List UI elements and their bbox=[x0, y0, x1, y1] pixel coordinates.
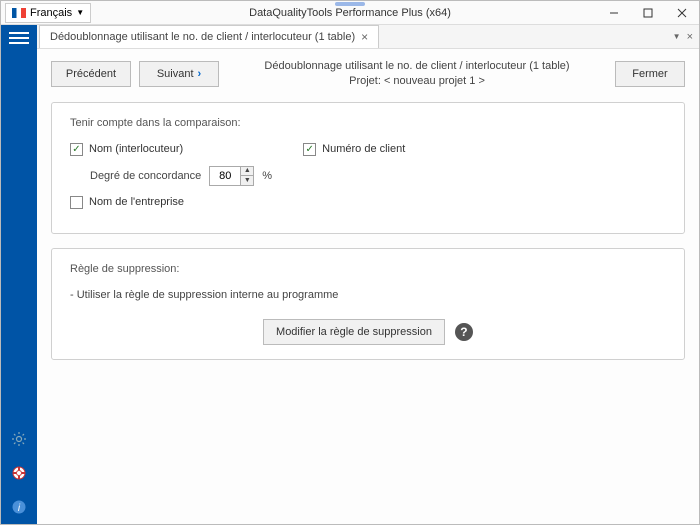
window-buttons bbox=[597, 2, 699, 24]
language-label: Français bbox=[30, 7, 72, 19]
workspace: i Dédoublonnage utilisant le no. de clie… bbox=[1, 25, 699, 524]
sidebar: i bbox=[1, 25, 37, 524]
checkbox-name[interactable]: ✓ Nom (interlocuteur) bbox=[70, 143, 183, 156]
checkbox-icon: ✓ bbox=[303, 143, 316, 156]
rule-panel-title: Règle de suppression: bbox=[70, 263, 666, 275]
tab-dedup[interactable]: Dédoublonnage utilisant le no. de client… bbox=[39, 25, 379, 48]
info-icon[interactable]: i bbox=[10, 498, 28, 516]
compare-panel-title: Tenir compte dans la comparaison: bbox=[70, 117, 666, 129]
degree-input[interactable] bbox=[210, 167, 240, 185]
gear-icon[interactable] bbox=[10, 430, 28, 448]
rule-button-row: Modifier la règle de suppression ? bbox=[70, 319, 666, 345]
header-line1: Dédoublonnage utilisant le no. de client… bbox=[227, 59, 607, 74]
title-drag-handle[interactable] bbox=[335, 2, 365, 6]
close-button[interactable]: Fermer bbox=[615, 61, 685, 87]
modify-rule-button[interactable]: Modifier la règle de suppression bbox=[263, 319, 445, 345]
tabbar: Dédoublonnage utilisant le no. de client… bbox=[37, 25, 699, 49]
app-title: DataQualityTools Performance Plus (x64) bbox=[249, 7, 451, 19]
rule-panel: Règle de suppression: - Utiliser la règl… bbox=[51, 248, 685, 360]
menu-icon[interactable] bbox=[9, 29, 29, 45]
degree-row: Degré de concordance ▲ ▼ % bbox=[90, 166, 666, 186]
checkbox-name-label: Nom (interlocuteur) bbox=[89, 143, 183, 155]
checkbox-company-label: Nom de l'entreprise bbox=[89, 196, 184, 208]
checkbox-icon bbox=[70, 196, 83, 209]
content: Précédent Suivant › Dédoublonnage utilis… bbox=[37, 49, 699, 524]
spin-down-icon[interactable]: ▼ bbox=[241, 176, 253, 185]
tab-right-controls: ▼ × bbox=[673, 31, 699, 43]
help-icon[interactable]: ? bbox=[455, 323, 473, 341]
tab-label: Dédoublonnage utilisant le no. de client… bbox=[50, 31, 355, 43]
degree-spinner[interactable]: ▲ ▼ bbox=[209, 166, 254, 186]
flag-icon bbox=[12, 8, 26, 18]
checkbox-clientno-label: Numéro de client bbox=[322, 143, 405, 155]
header-info: Dédoublonnage utilisant le no. de client… bbox=[227, 59, 607, 90]
titlebar: Français ▼ DataQualityTools Performance … bbox=[1, 1, 699, 25]
compare-panel: Tenir compte dans la comparaison: ✓ Nom … bbox=[51, 102, 685, 234]
prev-button[interactable]: Précédent bbox=[51, 61, 131, 87]
maximize-button[interactable] bbox=[631, 2, 665, 24]
main-area: Dédoublonnage utilisant le no. de client… bbox=[37, 25, 699, 524]
nav-row: Précédent Suivant › Dédoublonnage utilis… bbox=[51, 59, 685, 90]
checkbox-clientno[interactable]: ✓ Numéro de client bbox=[303, 143, 405, 156]
checkbox-company[interactable]: Nom de l'entreprise bbox=[70, 196, 184, 209]
spin-up-icon[interactable]: ▲ bbox=[241, 167, 253, 176]
chevron-right-icon: › bbox=[198, 68, 202, 80]
tab-close-all-icon[interactable]: × bbox=[687, 31, 693, 43]
checkbox-icon: ✓ bbox=[70, 143, 83, 156]
tab-menu-chevron-icon[interactable]: ▼ bbox=[673, 32, 681, 41]
close-tab-icon[interactable]: × bbox=[361, 30, 368, 44]
next-label: Suivant bbox=[157, 68, 194, 80]
rule-text: - Utiliser la règle de suppression inter… bbox=[70, 289, 666, 301]
chevron-down-icon: ▼ bbox=[76, 8, 84, 17]
percent-label: % bbox=[262, 170, 272, 182]
degree-label: Degré de concordance bbox=[90, 170, 201, 182]
next-button[interactable]: Suivant › bbox=[139, 61, 219, 87]
header-line2: Projet: < nouveau projet 1 > bbox=[227, 74, 607, 89]
minimize-button[interactable] bbox=[597, 2, 631, 24]
language-select[interactable]: Français ▼ bbox=[5, 3, 91, 23]
close-window-button[interactable] bbox=[665, 2, 699, 24]
lifebuoy-icon[interactable] bbox=[10, 464, 28, 482]
